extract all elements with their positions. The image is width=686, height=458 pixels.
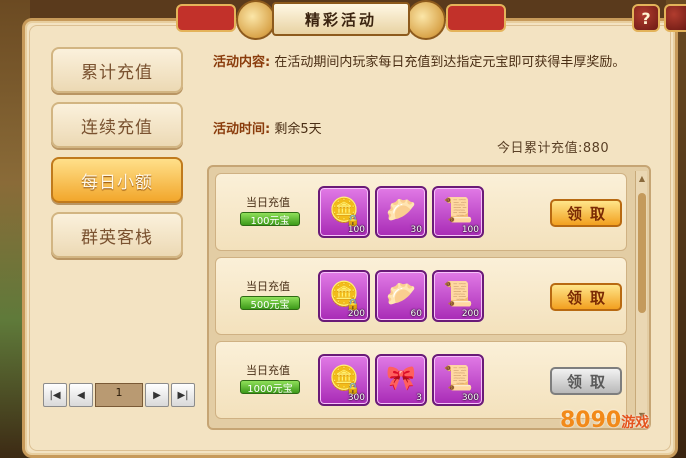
item-quantity: 30 [410, 225, 422, 235]
question-icon: ? [641, 8, 651, 28]
next-page-button[interactable]: ▶ [145, 383, 169, 407]
reward-item[interactable]: 📜 200 [432, 270, 484, 322]
reward-list: 当日充值 100元宝 🪙 🔒 100 🥟 30 📜 100 领取 当日充值 50… [207, 165, 651, 430]
prev-page-button[interactable]: ◀ [69, 383, 93, 407]
page-number: 1 [95, 383, 143, 407]
tab-heroes-inn[interactable]: 群英客栈 [51, 212, 183, 258]
daily-total: 今日累计充值:880 [497, 141, 610, 156]
scroll-icon: 📜 [443, 363, 473, 392]
last-page-button[interactable]: ▶| [171, 383, 195, 407]
cloud-ornament-icon [406, 0, 446, 40]
content-text: 在活动期间内玩家每日充值到达指定元宝即可获得丰厚奖励。 [274, 55, 626, 70]
scroll-icon: 📜 [443, 279, 473, 308]
steamed-buns-icon: 🥟 [386, 279, 416, 308]
window-title: 精彩活动 [272, 2, 410, 36]
scroll-thumb[interactable] [638, 193, 646, 313]
time-text: 剩余5天 [274, 122, 322, 137]
item-quantity: 200 [347, 309, 365, 319]
steamed-buns-icon: 🥟 [386, 195, 416, 224]
title-wing-right [446, 4, 506, 32]
pager: |◀ ◀ 1 ▶ ▶| [43, 383, 195, 407]
reward-item[interactable]: 🪙 🔒 200 [318, 270, 370, 322]
claim-button[interactable]: 领取 [550, 199, 622, 227]
tab-consecutive-recharge[interactable]: 连续充值 [51, 102, 183, 148]
item-quantity: 60 [410, 309, 422, 319]
reward-item[interactable]: 🪙 🔒 300 [318, 354, 370, 406]
activity-time: 活动时间: 剩余5天 [213, 118, 322, 137]
help-button[interactable]: ? [632, 4, 660, 32]
recharge-amount-badge: 500元宝 [240, 296, 300, 311]
activity-description: 活动内容: 在活动期间内玩家每日充值到达指定元宝即可获得丰厚奖励。 [213, 53, 643, 73]
reward-item[interactable]: 🎀 3 [375, 354, 427, 406]
claim-button-disabled: 领取 [550, 367, 622, 395]
cloud-ornament-icon [236, 0, 276, 40]
reward-item[interactable]: 🪙 🔒 100 [318, 186, 370, 238]
row-label: 当日充值 [246, 196, 290, 209]
reward-row: 当日充值 100元宝 🪙 🔒 100 🥟 30 📜 100 领取 [215, 173, 627, 251]
first-page-button[interactable]: |◀ [43, 383, 67, 407]
reward-item[interactable]: 🥟 30 [375, 186, 427, 238]
reward-row: 当日充值 500元宝 🪙 🔒 200 🥟 60 📜 200 领取 [215, 257, 627, 335]
reward-item[interactable]: 📜 300 [432, 354, 484, 406]
recharge-amount-badge: 1000元宝 [240, 380, 300, 395]
recharge-amount-badge: 100元宝 [240, 212, 300, 227]
item-quantity: 200 [461, 309, 479, 319]
ribbon-icon: 🎀 [386, 363, 416, 392]
time-label: 活动时间: [213, 122, 271, 137]
scrollbar[interactable]: ▲ ▼ [635, 171, 647, 424]
watermark-suffix: 游戏 [621, 415, 650, 431]
item-quantity: 300 [347, 393, 365, 403]
item-quantity: 300 [461, 393, 479, 403]
content-label: 活动内容: [213, 55, 271, 70]
site-watermark: 8090游戏 [560, 408, 649, 433]
reward-item[interactable]: 📜 100 [432, 186, 484, 238]
tab-daily-small[interactable]: 每日小额 [51, 157, 183, 203]
title-wing-left [176, 4, 236, 32]
item-quantity: 3 [416, 393, 422, 403]
close-button[interactable] [664, 4, 686, 32]
watermark-text: 8090 [560, 408, 622, 433]
tab-cumulative-recharge[interactable]: 累计充值 [51, 47, 183, 93]
reward-item[interactable]: 🥟 60 [375, 270, 427, 322]
row-label: 当日充值 [246, 364, 290, 377]
scroll-up-arrow-icon[interactable]: ▲ [636, 173, 648, 185]
title-banner: 精彩活动 [176, 0, 506, 44]
row-label: 当日充值 [246, 280, 290, 293]
item-quantity: 100 [461, 225, 479, 235]
scroll-icon: 📜 [443, 195, 473, 224]
claim-button[interactable]: 领取 [550, 283, 622, 311]
item-quantity: 100 [347, 225, 365, 235]
